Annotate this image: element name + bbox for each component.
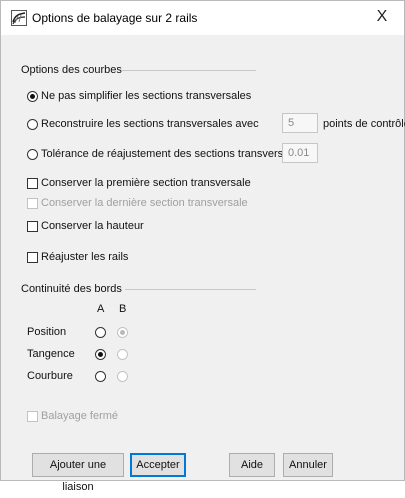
curve-options-divider <box>121 70 256 71</box>
dialog-body: Options des courbes Ne pas simplifier le… <box>1 35 405 493</box>
radio-refit-tolerance-label[interactable]: Tolérance de réajustement des sections t… <box>41 148 303 160</box>
position-a-radio[interactable] <box>95 327 106 338</box>
continuity-row-curvature-label: Courbure <box>27 370 73 382</box>
position-b-radio[interactable] <box>117 327 128 338</box>
checkbox-keep-first-section-label[interactable]: Conserver la première section transversa… <box>41 177 251 189</box>
rhino-sweep-icon <box>11 10 27 26</box>
tangency-b-radio[interactable] <box>117 349 128 360</box>
checkbox-keep-height[interactable] <box>27 221 38 232</box>
radio-refit-tolerance[interactable] <box>27 149 38 160</box>
close-button[interactable]: X <box>372 7 392 27</box>
sweep2-options-dialog: Options de balayage sur 2 rails X Option… <box>0 0 405 493</box>
continuity-row-position-label: Position <box>27 326 67 338</box>
checkbox-keep-height-label[interactable]: Conserver la hauteur <box>41 220 144 232</box>
help-button[interactable]: Aide <box>229 453 275 477</box>
checkbox-keep-last-section[interactable] <box>27 198 38 209</box>
control-points-suffix: points de contrôle <box>323 118 405 130</box>
curvature-b-radio[interactable] <box>117 371 128 382</box>
add-slash-button[interactable]: Ajouter une liaison <box>32 453 124 493</box>
checkbox-closed-sweep-label[interactable]: Balayage fermé <box>41 410 118 422</box>
continuity-row-tangency-label: Tangence <box>27 348 75 360</box>
checkbox-refit-rails-label[interactable]: Réajuster les rails <box>41 251 128 263</box>
tangency-a-radio[interactable] <box>95 349 106 360</box>
edge-continuity-section-label: Continuité des bords <box>21 283 122 295</box>
column-b-header: B <box>119 303 127 315</box>
window-title: Options de balayage sur 2 rails <box>32 11 198 25</box>
curve-options-section-label: Options des courbes <box>21 64 122 76</box>
radio-no-simplify-label[interactable]: Ne pas simplifier les sections transvers… <box>41 90 251 102</box>
cancel-button[interactable]: Annuler <box>283 453 333 477</box>
checkbox-keep-last-section-label[interactable]: Conserver la dernière section transversa… <box>41 197 248 209</box>
title-bar[interactable]: Options de balayage sur 2 rails X <box>1 1 404 35</box>
rebuild-points-input[interactable]: 5 <box>282 113 318 133</box>
accept-button[interactable]: Accepter <box>130 453 186 477</box>
checkbox-refit-rails[interactable] <box>27 252 38 263</box>
checkbox-keep-first-section[interactable] <box>27 178 38 189</box>
radio-rebuild[interactable] <box>27 119 38 130</box>
edge-continuity-divider <box>125 289 256 290</box>
curvature-a-radio[interactable] <box>95 371 106 382</box>
radio-no-simplify[interactable] <box>27 91 38 102</box>
column-a-header: A <box>97 303 105 315</box>
checkbox-closed-sweep[interactable] <box>27 411 38 422</box>
refit-tolerance-input[interactable]: 0.01 <box>282 143 318 163</box>
radio-rebuild-label[interactable]: Reconstruire les sections transversales … <box>41 118 259 130</box>
